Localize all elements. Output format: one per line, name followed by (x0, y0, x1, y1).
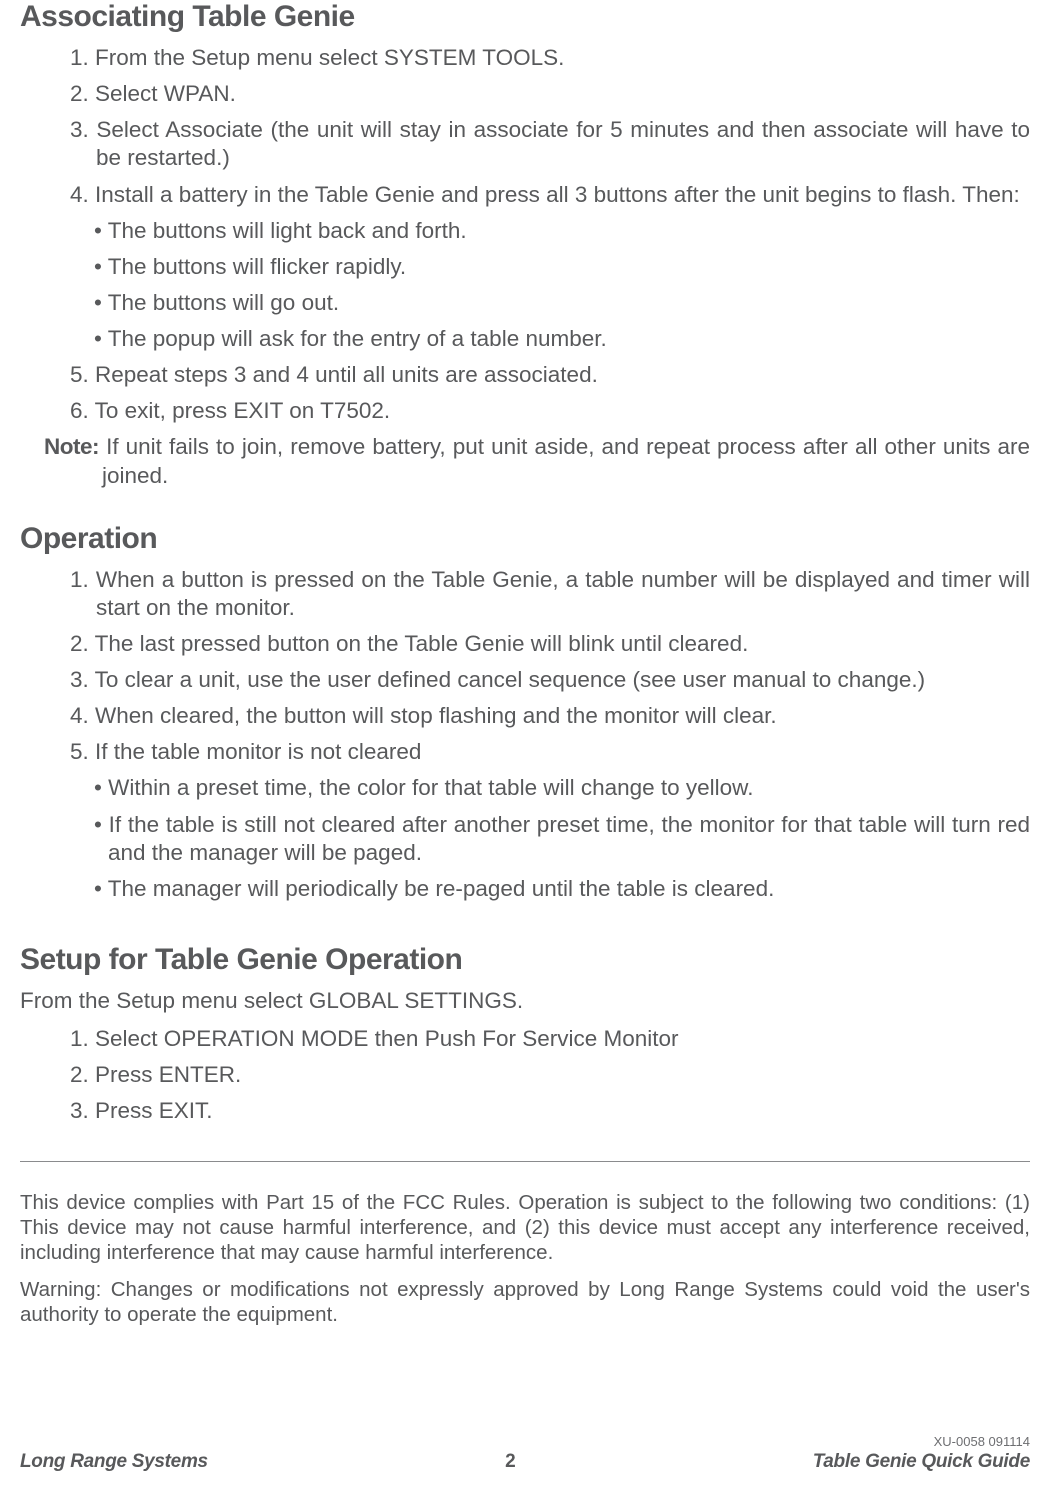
divider (20, 1161, 1030, 1162)
heading-operation: Operation (20, 520, 1030, 556)
section-setup-body: From the Setup menu select GLOBAL SETTIN… (20, 987, 1030, 1126)
list-item: 3. Select Associate (the unit will stay … (20, 116, 1030, 172)
list-item: 1. When a button is pressed on the Table… (20, 566, 1030, 622)
list-item: 4. When cleared, the button will stop fl… (20, 702, 1030, 730)
list-item: 2. The last pressed button on the Table … (20, 630, 1030, 658)
footer-page-number: 2 (505, 1451, 515, 1473)
list-item: 2. Press ENTER. (20, 1061, 1030, 1089)
list-subitem: • The buttons will light back and forth. (20, 217, 1030, 245)
list-subitem: • The buttons will flicker rapidly. (20, 253, 1030, 281)
note-text: If unit fails to join, remove battery, p… (99, 434, 1030, 487)
section-operation-body: 1. When a button is pressed on the Table… (20, 566, 1030, 903)
document-id: XU-0058 091114 (934, 1434, 1030, 1449)
list-item: 5. Repeat steps 3 and 4 until all units … (20, 361, 1030, 389)
list-item: 6. To exit, press EXIT on T7502. (20, 397, 1030, 425)
intro-text: From the Setup menu select GLOBAL SETTIN… (20, 987, 1030, 1015)
footer-left: Long Range Systems (20, 1451, 208, 1473)
heading-setup: Setup for Table Genie Operation (20, 941, 1030, 977)
note: Note: If unit fails to join, remove batt… (20, 433, 1030, 489)
list-item: 1. From the Setup menu select SYSTEM TOO… (20, 44, 1030, 72)
list-item: 5. If the table monitor is not cleared (20, 738, 1030, 766)
fcc-compliance-text: This device complies with Part 15 of the… (20, 1190, 1030, 1265)
list-subitem: • If the table is still not cleared afte… (20, 811, 1030, 867)
list-item: 4. Install a battery in the Table Genie … (20, 181, 1030, 209)
list-subitem: • Within a preset time, the color for th… (20, 774, 1030, 802)
note-label: Note: (44, 434, 99, 459)
list-item: 3. To clear a unit, use the user defined… (20, 666, 1030, 694)
footer-right: Table Genie Quick Guide (813, 1451, 1030, 1473)
list-subitem: • The buttons will go out. (20, 289, 1030, 317)
heading-associating: Associating Table Genie (20, 0, 1030, 34)
fcc-warning-text: Warning: Changes or modifications not ex… (20, 1277, 1030, 1327)
list-subitem: • The popup will ask for the entry of a … (20, 325, 1030, 353)
list-item: 2. Select WPAN. (20, 80, 1030, 108)
section-associating-body: 1. From the Setup menu select SYSTEM TOO… (20, 44, 1030, 490)
list-item: 3. Press EXIT. (20, 1097, 1030, 1125)
list-subitem: • The manager will periodically be re-pa… (20, 875, 1030, 903)
list-item: 1. Select OPERATION MODE then Push For S… (20, 1025, 1030, 1053)
fcc-block: This device complies with Part 15 of the… (20, 1190, 1030, 1327)
page-footer: Long Range Systems 2 Table Genie Quick G… (20, 1451, 1030, 1473)
